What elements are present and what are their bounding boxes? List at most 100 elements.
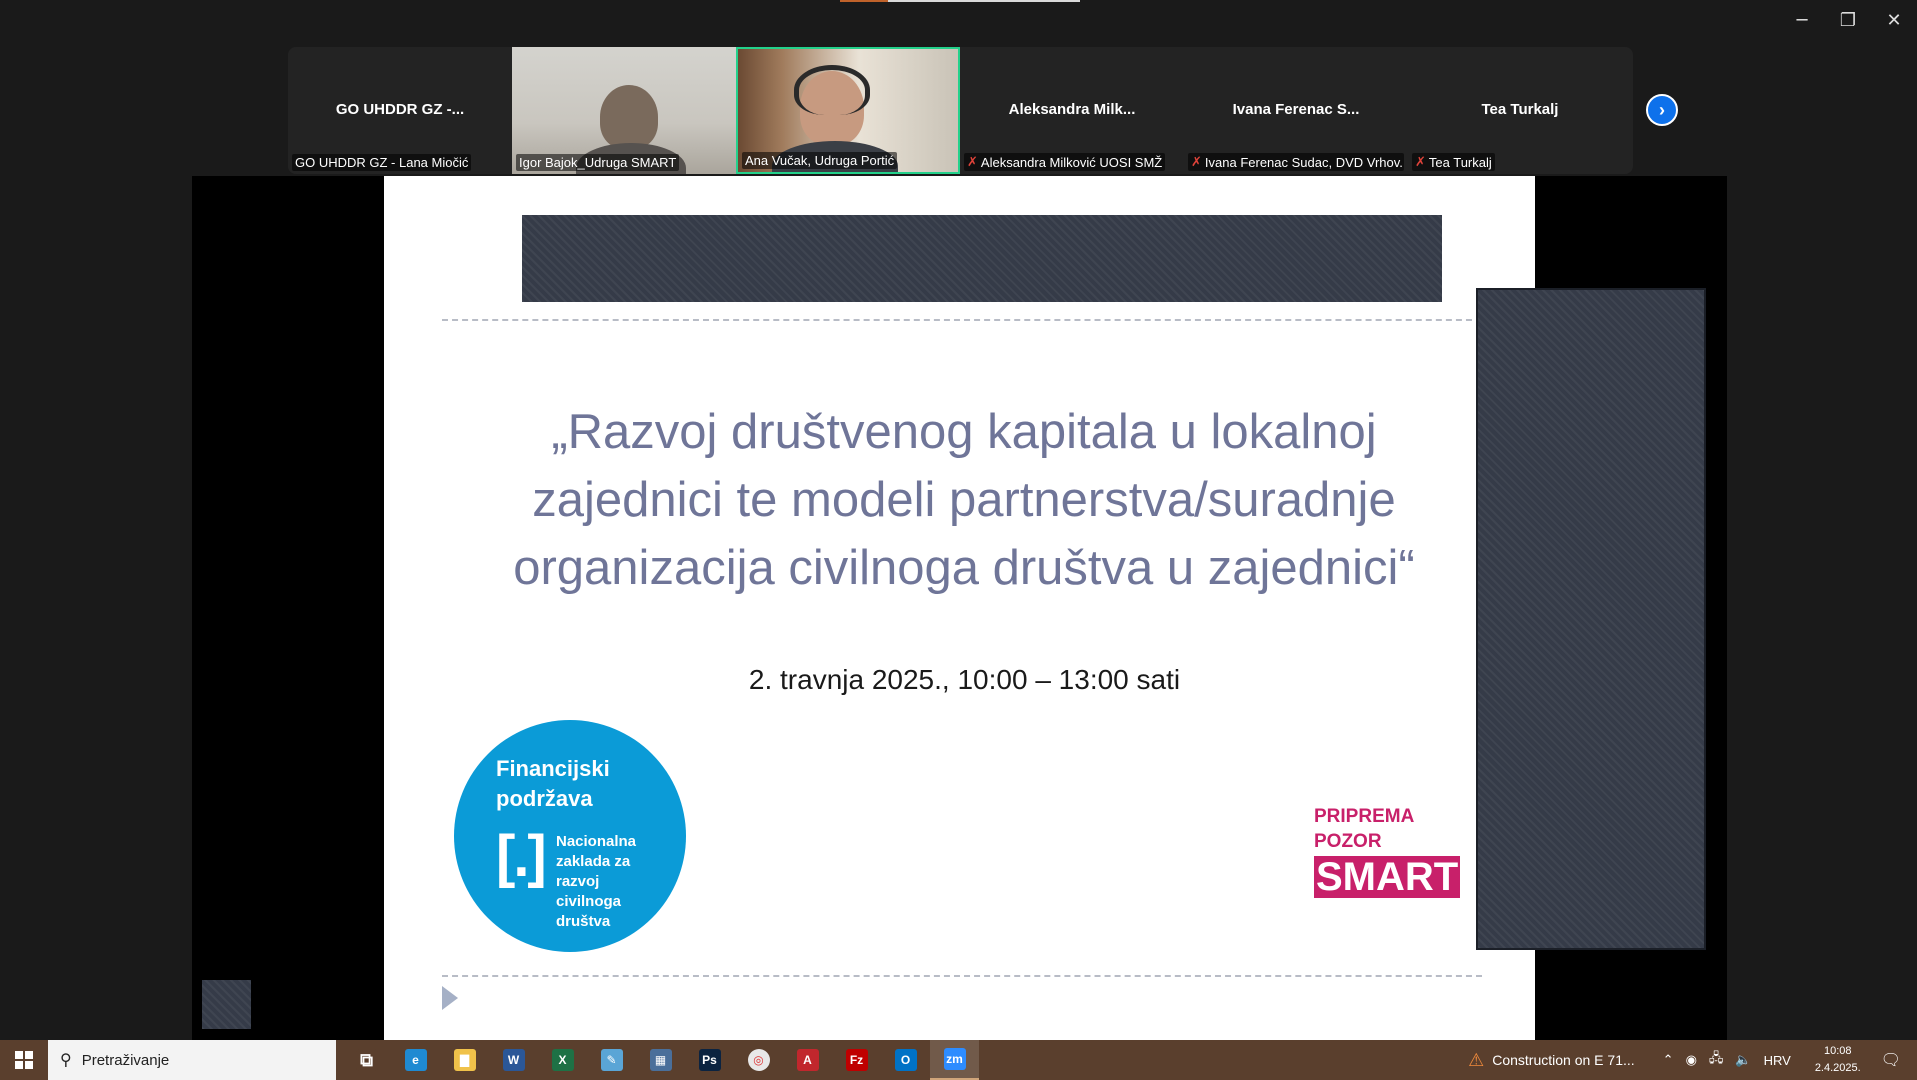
slide-title-line: organizacija civilnoga društva u zajedni… — [513, 541, 1415, 595]
taskbar-app-chrome-like[interactable]: ◎ — [734, 1040, 783, 1080]
participant-tile[interactable]: GO UHDDR GZ -... GO UHDDR GZ - Lana Mioč… — [288, 47, 512, 174]
play-triangle-icon — [442, 986, 458, 1010]
clock-date: 2.4.2025. — [1814, 1062, 1861, 1074]
taskbar-search[interactable]: ⚲ Pretraživanje — [48, 1040, 336, 1080]
minimize-button[interactable]: ─ — [1779, 0, 1825, 40]
taskbar-app-task-view[interactable]: ⧉ — [342, 1040, 391, 1080]
news-widget[interactable]: ⚠ Construction on E 71... — [1468, 1050, 1635, 1071]
logo-org-name: Nacionalna zaklada za razvoj civilnoga d… — [556, 832, 636, 932]
logo-heading-line: Financijski — [496, 756, 610, 781]
photoshop-icon: Ps — [698, 1049, 721, 1071]
word-icon: W — [502, 1049, 525, 1071]
windows-logo-icon — [15, 1051, 33, 1069]
participant-video-tile-active-speaker[interactable]: Ana Vučak, Udruga Portić — [736, 47, 960, 174]
outlook-icon: O — [894, 1049, 917, 1071]
window-controls: ─ ❐ ✕ — [1779, 0, 1917, 40]
logo-org-line: civilnoga — [556, 893, 622, 910]
logo-org-line: razvoj — [556, 873, 600, 890]
excel-icon: X — [551, 1049, 574, 1071]
participant-big-name: Aleksandra Milk... — [1008, 101, 1136, 118]
logo-org-line: zaklada za — [556, 853, 631, 870]
taskbar-app-outlook[interactable]: O — [881, 1040, 930, 1080]
participant-strip: GO UHDDR GZ -... GO UHDDR GZ - Lana Mioč… — [288, 47, 1633, 174]
bracket-icon: [.] — [496, 824, 547, 889]
participant-name: Ivana Ferenac Sudac, DVD Vrhov... — [1204, 154, 1404, 170]
chevron-up-icon[interactable]: ⌃ — [1663, 1052, 1674, 1068]
participant-video-tile[interactable]: Igor Bajok_Udruga SMART — [512, 47, 736, 174]
taskbar-app-acrobat[interactable]: A — [783, 1040, 832, 1080]
slide-divider-bottom — [442, 975, 1482, 977]
taskbar-app-filezilla[interactable]: Fz — [832, 1040, 881, 1080]
logo-heading: Financijski podržava — [496, 754, 610, 814]
participant-name: GO UHDDR GZ - Lana Miočić — [295, 155, 469, 170]
smart-logo-line: PRIPREMA — [1314, 806, 1415, 827]
participant-tile[interactable]: Aleksandra Milk... ✗ Aleksandra Milković … — [960, 47, 1184, 174]
taskbar-app-file-explorer[interactable]: ▇ — [440, 1040, 489, 1080]
logo-org-line: društva — [556, 913, 611, 930]
network-icon[interactable]: 🖧 — [1709, 1049, 1724, 1071]
participant-big-name: GO UHDDR GZ -... — [335, 101, 465, 118]
headset-icon — [794, 65, 870, 115]
participant-big-name: Ivana Ferenac S... — [1232, 101, 1360, 118]
overlay-small-square — [202, 980, 251, 1029]
zoom-icon: zm — [943, 1048, 966, 1070]
file-explorer-icon: ▇ — [453, 1049, 476, 1071]
taskbar-apps: ⧉ e ▇ W X ✎ ▦ Ps ◎ A Fz Ozm — [342, 1040, 979, 1080]
slide-date-text: 2. travnja 2025., 10:00 – 13:00 sati — [748, 664, 1181, 695]
participant-label: Ana Vučak, Udruga Portić — [742, 152, 898, 169]
participant-name: Aleksandra Milković UOSI SMŽ — [980, 154, 1163, 170]
taskbar-app-zoom[interactable]: zm — [930, 1040, 979, 1080]
close-button[interactable]: ✕ — [1871, 0, 1917, 40]
taskbar-app-word[interactable]: W — [489, 1040, 538, 1080]
zoom-meeting-window: ─ ❐ ✕ GO UHDDR GZ -... GO UHDDR GZ - Lan… — [0, 0, 1917, 1080]
search-placeholder: Pretraživanje — [81, 1051, 170, 1069]
calculator-icon: ▦ — [649, 1049, 672, 1071]
taskbar-app-excel[interactable]: X — [538, 1040, 587, 1080]
presentation-slide: „Razvoj društvenog kapitala u lokalnoj z… — [384, 176, 1535, 1040]
taskbar-app-notes[interactable]: ✎ — [587, 1040, 636, 1080]
search-icon: ⚲ — [60, 1052, 72, 1069]
participant-video-feed — [600, 85, 658, 149]
window-top-accent — [840, 0, 1080, 2]
edge-icon: e — [404, 1049, 427, 1071]
slide-title: „Razvoj društvenog kapitala u lokalnoj z… — [464, 398, 1464, 602]
taskbar-app-edge[interactable]: e — [391, 1040, 440, 1080]
clock-time: 10:08 — [1823, 1045, 1852, 1057]
next-participants-button[interactable]: › — [1646, 94, 1678, 126]
language-indicator[interactable]: HRV — [1764, 1053, 1791, 1068]
participant-label: GO UHDDR GZ - Lana Miočić — [292, 154, 472, 171]
slide-title-line: zajednici te modeli partnerstva/suradnje — [532, 473, 1396, 527]
participant-tile[interactable]: Ivana Ferenac S... ✗ Ivana Ferenac Sudac,… — [1184, 47, 1408, 174]
smart-logo-wordmark: SMART — [1314, 855, 1461, 899]
participant-label: ✗ Tea Turkalj — [1412, 153, 1495, 171]
participant-label: ✗ Ivana Ferenac Sudac, DVD Vrhov... — [1188, 153, 1404, 171]
filezilla-icon: Fz — [845, 1049, 868, 1071]
start-button[interactable] — [0, 1040, 48, 1080]
taskbar-clock[interactable]: 10:08 2.4.2025. — [1815, 1043, 1861, 1077]
windows-taskbar: ⚲ Pretraživanje ⧉ e ▇ W X ✎ ▦ Ps ◎ A Fz Ozm ⚠ Const… — [0, 1040, 1917, 1080]
acrobat-icon: A — [796, 1049, 819, 1071]
participant-tile[interactable]: Tea Turkalj ✗ Tea Turkalj — [1408, 47, 1632, 174]
slide-title-line: „Razvoj društvenog kapitala u lokalnoj — [551, 405, 1377, 459]
participant-name: Ana Vučak, Udruga Portić — [745, 153, 895, 168]
participant-name: Igor Bajok_Udruga SMART — [519, 155, 677, 170]
mic-muted-icon: ✗ — [1191, 154, 1202, 169]
overlay-side-panel — [1476, 288, 1706, 950]
participant-name: Tea Turkalj — [1428, 154, 1492, 170]
news-text: Construction on E 71... — [1492, 1052, 1635, 1068]
notifications-icon[interactable]: 🗨 — [1881, 1050, 1901, 1070]
record-icon[interactable]: ◉ — [1686, 1052, 1697, 1068]
nzrcd-logo: Financijski podržava [.] Nacionalna zakl… — [454, 720, 686, 952]
task-view-icon: ⧉ — [355, 1049, 378, 1071]
taskbar-app-photoshop[interactable]: Ps — [685, 1040, 734, 1080]
logo-heading-line: podržava — [496, 786, 593, 811]
slide-header-banner — [522, 215, 1442, 302]
system-tray: ⚠ Construction on E 71... ⌃ ◉ 🖧 🔈 HRV 10… — [1468, 1040, 1917, 1080]
logo-org-line: Nacionalna — [556, 833, 637, 850]
restore-button[interactable]: ❐ — [1825, 0, 1871, 40]
participant-label: Igor Bajok_Udruga SMART — [516, 154, 680, 171]
taskbar-app-calculator[interactable]: ▦ — [636, 1040, 685, 1080]
notes-icon: ✎ — [600, 1049, 623, 1071]
volume-icon[interactable]: 🔈 — [1735, 1052, 1751, 1068]
smart-logo: PRIPREMA POZOR SMART — [1314, 804, 1461, 899]
